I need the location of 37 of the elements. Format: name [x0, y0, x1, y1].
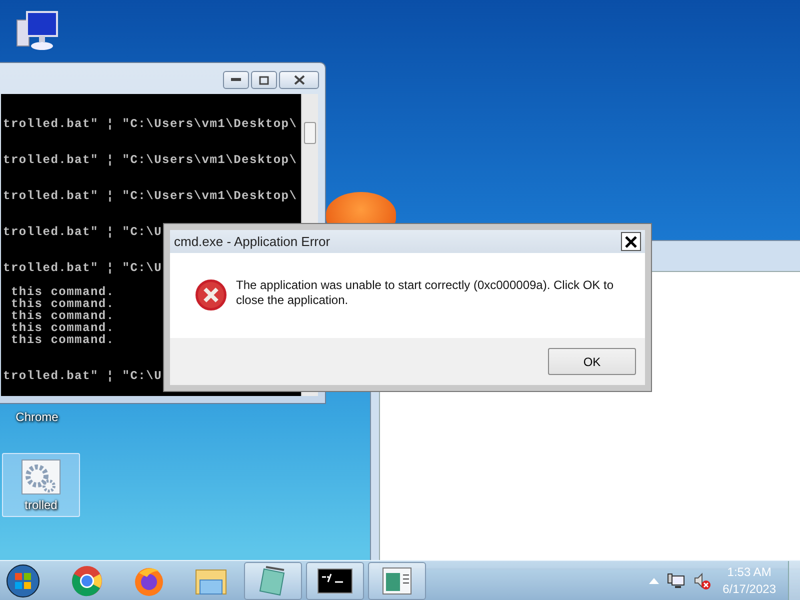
console-line: this command. — [10, 310, 114, 322]
close-button[interactable] — [621, 232, 641, 251]
console-line: trolled.bat" ¦ "C:\Users\vm1\Desktop\ — [3, 190, 298, 202]
maximize-button[interactable] — [251, 71, 277, 89]
close-icon — [625, 236, 637, 248]
minimize-button[interactable] — [223, 71, 249, 89]
close-icon — [294, 75, 304, 85]
browser-icon — [71, 564, 103, 596]
console-line: this command. — [10, 322, 114, 334]
console-line: trolled.bat" ¦ "C:\U — [3, 370, 162, 382]
clock-date[interactable]: 6/17/2023 — [722, 580, 776, 598]
muted-volume-icon[interactable] — [692, 572, 711, 590]
error-message: The application was unable to start correctly (0xc000009a). Click OK to close the application. — [236, 278, 615, 308]
console-icon — [317, 568, 353, 594]
maximize-icon — [259, 76, 269, 84]
shortcut-label: trolled — [24, 498, 58, 512]
clock-time[interactable]: 1:53 AM — [727, 564, 772, 580]
minimize-icon — [231, 78, 241, 82]
window-icon — [382, 566, 412, 594]
desktop-shortcut[interactable]: trolled — [2, 453, 80, 517]
console-line: trolled.bat" ¦ "C:\Users\vm1\Desktop\ — [3, 154, 298, 166]
network-icon[interactable] — [666, 572, 685, 588]
desktop-shortcut[interactable]: Chrome — [0, 405, 76, 429]
dialog-title: cmd.exe - Application Error — [174, 232, 330, 251]
console-line: this command. — [10, 286, 114, 298]
computer-icon[interactable] — [15, 10, 61, 52]
error-icon — [194, 278, 228, 312]
shortcut-label: Chrome — [16, 410, 58, 424]
console-line: trolled.bat" ¦ "C:\Users\vm1\Desktop\ — [3, 118, 298, 130]
ok-button[interactable]: OK — [548, 348, 636, 375]
console-line: trolled.bat" ¦ "C:\U — [3, 262, 162, 274]
start-button[interactable] — [6, 564, 40, 598]
console-line: this command. — [10, 334, 114, 346]
console-line: trolled.bat" ¦ "C:\U — [3, 226, 162, 238]
close-button[interactable] — [279, 71, 319, 89]
console-line: this command. — [10, 298, 114, 310]
taskbar-button[interactable] — [306, 562, 364, 600]
